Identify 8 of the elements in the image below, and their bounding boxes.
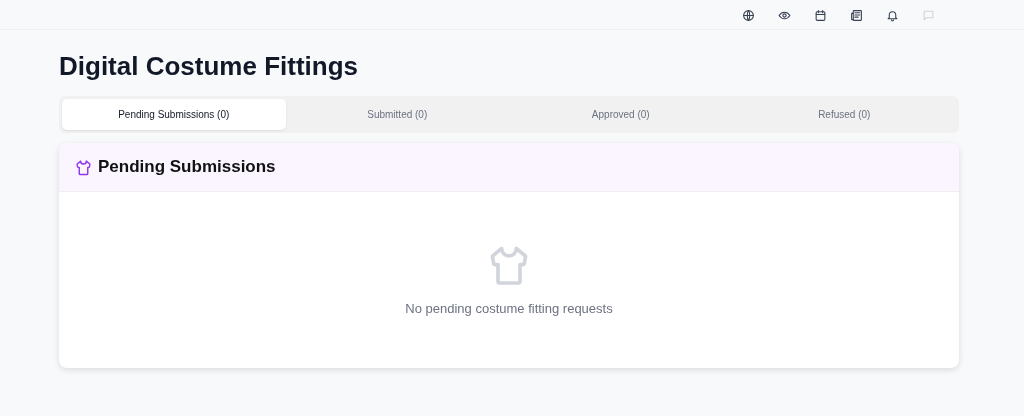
page-title: Digital Costume Fittings bbox=[59, 50, 359, 82]
tab[interactable]: Approved (0) bbox=[509, 99, 733, 130]
tab[interactable]: Pending Submissions (0) bbox=[62, 99, 286, 130]
panel-title: Pending Submissions bbox=[98, 157, 276, 178]
tab[interactable]: Submitted (0) bbox=[285, 99, 509, 130]
tab[interactable]: Refused (0) bbox=[732, 99, 956, 130]
shirt-icon bbox=[75, 158, 92, 176]
empty-message: No pending costume fitting requests bbox=[405, 299, 613, 318]
